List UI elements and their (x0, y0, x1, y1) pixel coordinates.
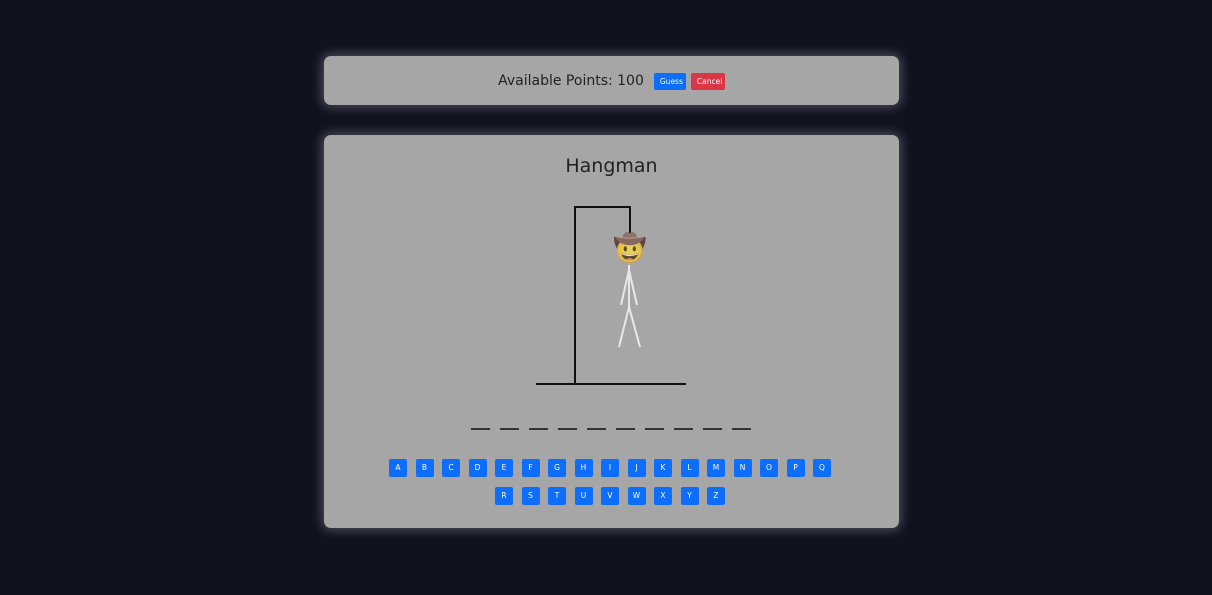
letter-key-z[interactable]: Z (707, 487, 725, 505)
letter-blank (674, 428, 693, 430)
letter-key-v[interactable]: V (601, 487, 619, 505)
points-bar: Available Points: 100 Guess Cancel (324, 56, 899, 105)
letter-key-r[interactable]: R (495, 487, 513, 505)
letter-key-y[interactable]: Y (680, 487, 699, 505)
letter-blank (587, 428, 606, 430)
letter-key-j[interactable]: J (627, 459, 646, 477)
letter-key-q[interactable]: Q (813, 459, 831, 477)
letter-key-p[interactable]: P (786, 459, 805, 477)
letter-key-h[interactable]: H (574, 459, 593, 477)
letter-key-n[interactable]: N (733, 459, 752, 477)
letter-key-o[interactable]: O (760, 459, 778, 477)
stick-figure-right-arm (628, 269, 638, 306)
letter-blank (732, 428, 751, 430)
hangman-panel: Hangman 🤠 ABCDEFGHIJKLMNOPQRSTUVWXYZ (324, 135, 899, 528)
letter-blank (616, 428, 635, 430)
stick-figure-left-arm (620, 269, 630, 306)
letter-key-t[interactable]: T (548, 487, 566, 505)
letter-key-c[interactable]: C (442, 459, 460, 477)
points-row: Available Points: 100 Guess Cancel (324, 72, 899, 90)
letter-blank (645, 428, 664, 430)
letter-blank (558, 428, 577, 430)
word-blanks (471, 418, 751, 438)
available-points-label: Available Points: 100 (498, 73, 644, 89)
letter-key-a[interactable]: A (389, 459, 407, 477)
letter-key-l[interactable]: L (680, 459, 699, 477)
guess-button[interactable]: Guess (653, 72, 686, 90)
letter-blank (500, 428, 519, 430)
hangman-drawing (536, 206, 686, 385)
letter-key-e[interactable]: E (495, 459, 513, 477)
letter-key-i[interactable]: I (601, 459, 619, 477)
letter-blank (529, 428, 548, 430)
cancel-button[interactable]: Cancel (690, 72, 725, 90)
letter-key-k[interactable]: K (654, 459, 672, 477)
stick-figure-right-leg (628, 306, 641, 348)
letter-key-x[interactable]: X (654, 487, 672, 505)
letter-key-f[interactable]: F (521, 459, 540, 477)
letter-key-u[interactable]: U (574, 487, 593, 505)
letter-blank (471, 428, 490, 430)
letter-blank (703, 428, 722, 430)
letter-key-s[interactable]: S (521, 487, 540, 505)
stick-figure-left-leg (618, 306, 630, 348)
letter-key-m[interactable]: M (707, 459, 725, 477)
letter-key-g[interactable]: G (548, 459, 566, 477)
cowboy-face-icon: 🤠 (613, 233, 647, 264)
letter-key-d[interactable]: D (468, 459, 487, 477)
letter-key-w[interactable]: W (627, 487, 646, 505)
letter-key-b[interactable]: B (415, 459, 434, 477)
